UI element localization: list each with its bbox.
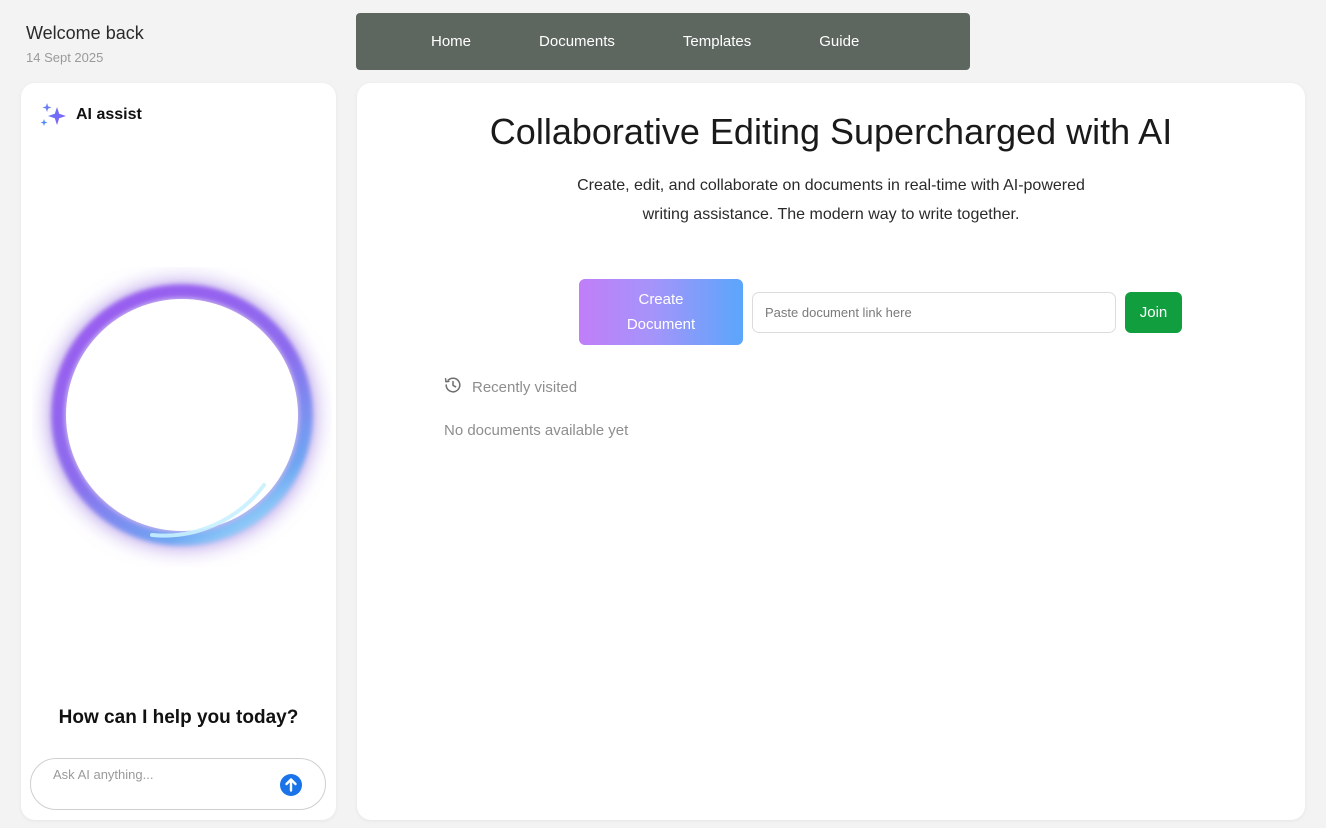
recently-visited-label: Recently visited (472, 379, 578, 396)
ai-assist-header: AI assist (38, 101, 142, 129)
send-button[interactable] (280, 774, 302, 796)
ask-ai-input[interactable] (51, 766, 275, 783)
create-button-label-line2: Document (626, 316, 696, 333)
help-prompt-heading: How can I help you today? (58, 707, 299, 728)
page-title: Collaborative Editing Supercharged with … (489, 111, 1173, 152)
top-navigation: Home Documents Templates Guide (356, 13, 970, 70)
nav-guide[interactable]: Guide (819, 33, 859, 50)
nav-templates[interactable]: Templates (683, 33, 751, 50)
nav-home[interactable]: Home (431, 33, 471, 50)
document-link-input[interactable] (752, 292, 1116, 333)
recently-visited-header: Recently visited (443, 375, 577, 400)
history-icon (443, 375, 463, 400)
current-date: 14 Sept 2025 (26, 50, 104, 65)
nav-documents[interactable]: Documents (539, 33, 615, 50)
page: Welcome back 14 Sept 2025 Home Documents… (0, 0, 1326, 828)
welcome-header: Welcome back 14 Sept 2025 (26, 22, 144, 65)
create-document-button[interactable]: Create Document (579, 279, 743, 345)
empty-documents-message: No documents available yet (444, 422, 629, 439)
welcome-title: Welcome back (26, 23, 144, 43)
create-button-label-line1: Create (638, 291, 684, 308)
main-panel: Collaborative Editing Supercharged with … (357, 83, 1305, 820)
arrow-up-icon (285, 778, 297, 792)
sparkles-icon (38, 101, 68, 129)
ask-ai-box (30, 758, 326, 810)
join-button[interactable]: Join (1125, 292, 1182, 333)
ai-assist-panel: AI assist How can I help you today? Ask … (21, 83, 336, 820)
ai-assist-title: AI assist (76, 106, 142, 123)
ai-orb-animation (32, 267, 332, 567)
page-subtitle: Create, edit, and collaborate on documen… (577, 177, 1085, 223)
